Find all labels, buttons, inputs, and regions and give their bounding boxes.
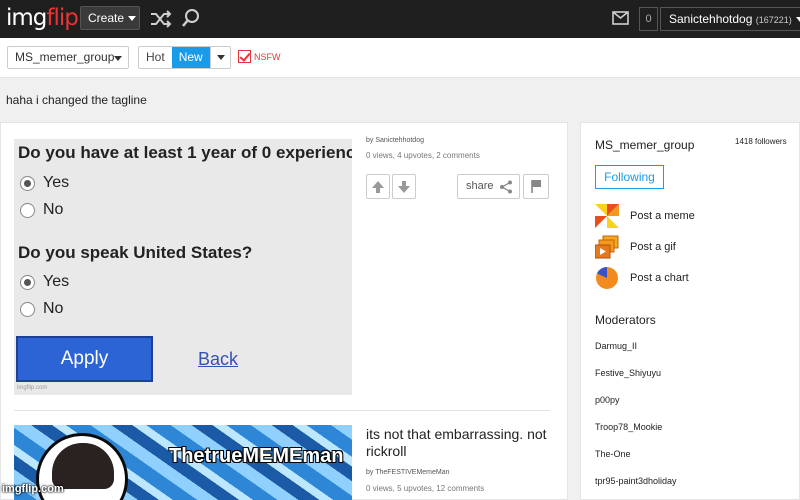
imgflip-logo[interactable]: imgflip [6, 5, 79, 31]
moderator-link[interactable]: Festive_Shiyuyu [595, 368, 661, 378]
upvote-button[interactable] [366, 174, 390, 199]
radio-empty-icon [20, 301, 35, 317]
username: Sanictehhotdog [669, 12, 753, 26]
meme-option: No [20, 201, 63, 219]
moderator-link[interactable]: The-One [595, 449, 631, 459]
post-divider [14, 410, 550, 411]
chevron-down-icon [128, 16, 137, 22]
flag-icon [531, 180, 541, 193]
meme-option: Yes [20, 273, 69, 291]
moderator-link[interactable]: Darmug_II [595, 341, 637, 351]
post-stats: 0 views, 5 upvotes, 12 comments [366, 484, 485, 493]
radio-empty-icon [20, 202, 35, 218]
sort-new-button[interactable]: New [171, 47, 210, 68]
post-chart-link[interactable]: Post a chart [595, 266, 689, 290]
meme-option-label: Yes [43, 273, 70, 290]
notification-count[interactable]: 0 [639, 7, 658, 31]
group-select-value: MS_memer_group [15, 50, 115, 64]
post-meme-link[interactable]: Post a meme [595, 204, 695, 228]
logo-flip-text: flip [46, 5, 79, 31]
followers-count: 1418 followers [735, 137, 787, 146]
stream-filter-bar: MS_memer_group Hot New NSFW [0, 38, 800, 78]
top-navbar: imgflip Create 0 Sanictehhotdog (167221) [0, 0, 800, 38]
sort-hot-button[interactable]: Hot [139, 47, 172, 68]
sidebar-group-name[interactable]: MS_memer_group [595, 138, 694, 152]
meme-back-link: Back [198, 349, 239, 369]
meme-apply-button: Apply [16, 336, 153, 382]
meme-option-label: No [43, 300, 64, 317]
arrow-up-icon [372, 181, 384, 193]
share-button[interactable]: share [457, 174, 520, 199]
meme-question-1: Do you have at least 1 year of 0 experie… [18, 143, 352, 162]
moderators-heading: Moderators [595, 313, 656, 327]
image-caption: ThetrueMEMEman [169, 445, 344, 467]
post-image[interactable]: Do you have at least 1 year of 0 experie… [14, 139, 352, 395]
meme-option-label: Yes [43, 174, 70, 191]
nsfw-label: NSFW [254, 51, 281, 62]
sort-toggle: Hot New [138, 46, 231, 69]
meme-option: No [20, 300, 63, 318]
search-icon[interactable] [182, 9, 200, 29]
post-chart-label: Post a chart [630, 272, 689, 284]
flag-button[interactable] [523, 174, 549, 199]
radio-selected-icon [20, 274, 35, 290]
logo-img-text: img [6, 5, 47, 31]
arrow-down-icon [398, 181, 410, 193]
post-stream: Do you have at least 1 year of 0 experie… [0, 122, 568, 500]
user-points: (167221) [755, 15, 792, 25]
group-select[interactable]: MS_memer_group [7, 46, 129, 69]
mail-icon[interactable] [612, 11, 629, 25]
moderator-link[interactable]: Troop78_Mookie [595, 422, 662, 432]
downvote-button[interactable] [392, 174, 416, 199]
meme-option: Yes [20, 174, 69, 192]
post-image[interactable]: ThetrueMEMEman [14, 425, 352, 500]
moderator-link[interactable]: tpr95-paint3dholiday [595, 476, 677, 486]
post-meta: by TheFESTIVEMemeMan 0 views, 5 upvotes,… [366, 469, 556, 493]
nsfw-toggle[interactable]: NSFW [238, 50, 281, 63]
group-sidebar: MS_memer_group 1418 followers Following … [580, 122, 800, 500]
chevron-down-icon [114, 56, 122, 61]
meme-pinwheel-icon [595, 204, 619, 228]
pie-chart-icon [596, 267, 618, 289]
share-label: share [466, 180, 494, 192]
following-button[interactable]: Following [595, 165, 664, 189]
post-author[interactable]: by TheFESTIVEMemeMan [366, 469, 556, 476]
sort-dropdown-button[interactable] [209, 47, 230, 68]
meme-question-2: Do you speak United States? [18, 243, 253, 262]
post-title[interactable]: its not that embarrassing. not rickroll [366, 426, 556, 460]
imgflip-watermark: imgflip.com [2, 483, 64, 495]
group-tagline: haha i changed the tagline [6, 93, 147, 107]
nsfw-checkbox[interactable] [238, 50, 251, 63]
chevron-down-icon [216, 55, 225, 60]
meme-option-label: No [43, 201, 64, 218]
create-label: Create [88, 11, 125, 25]
user-menu[interactable]: Sanictehhotdog (167221) [660, 7, 800, 31]
post-meme-label: Post a meme [630, 210, 695, 222]
post-stats: 0 views, 4 upvotes, 2 comments [366, 151, 480, 160]
post-gif-link[interactable]: Post a gif [595, 235, 676, 259]
image-small-watermark: imgflip.com [17, 385, 48, 391]
shuffle-icon[interactable] [150, 9, 172, 29]
radio-selected-icon [20, 175, 35, 191]
chevron-down-icon [795, 17, 800, 23]
gif-stack-icon [595, 235, 619, 259]
moderator-link[interactable]: p00py [595, 395, 620, 405]
post-gif-label: Post a gif [630, 241, 676, 253]
share-icon [500, 180, 512, 194]
post-author[interactable]: by Sanictehhotdog [366, 137, 556, 144]
create-menu-button[interactable]: Create [80, 6, 140, 30]
post-meta: by Sanictehhotdog 0 views, 4 upvotes, 2 … [366, 137, 556, 160]
